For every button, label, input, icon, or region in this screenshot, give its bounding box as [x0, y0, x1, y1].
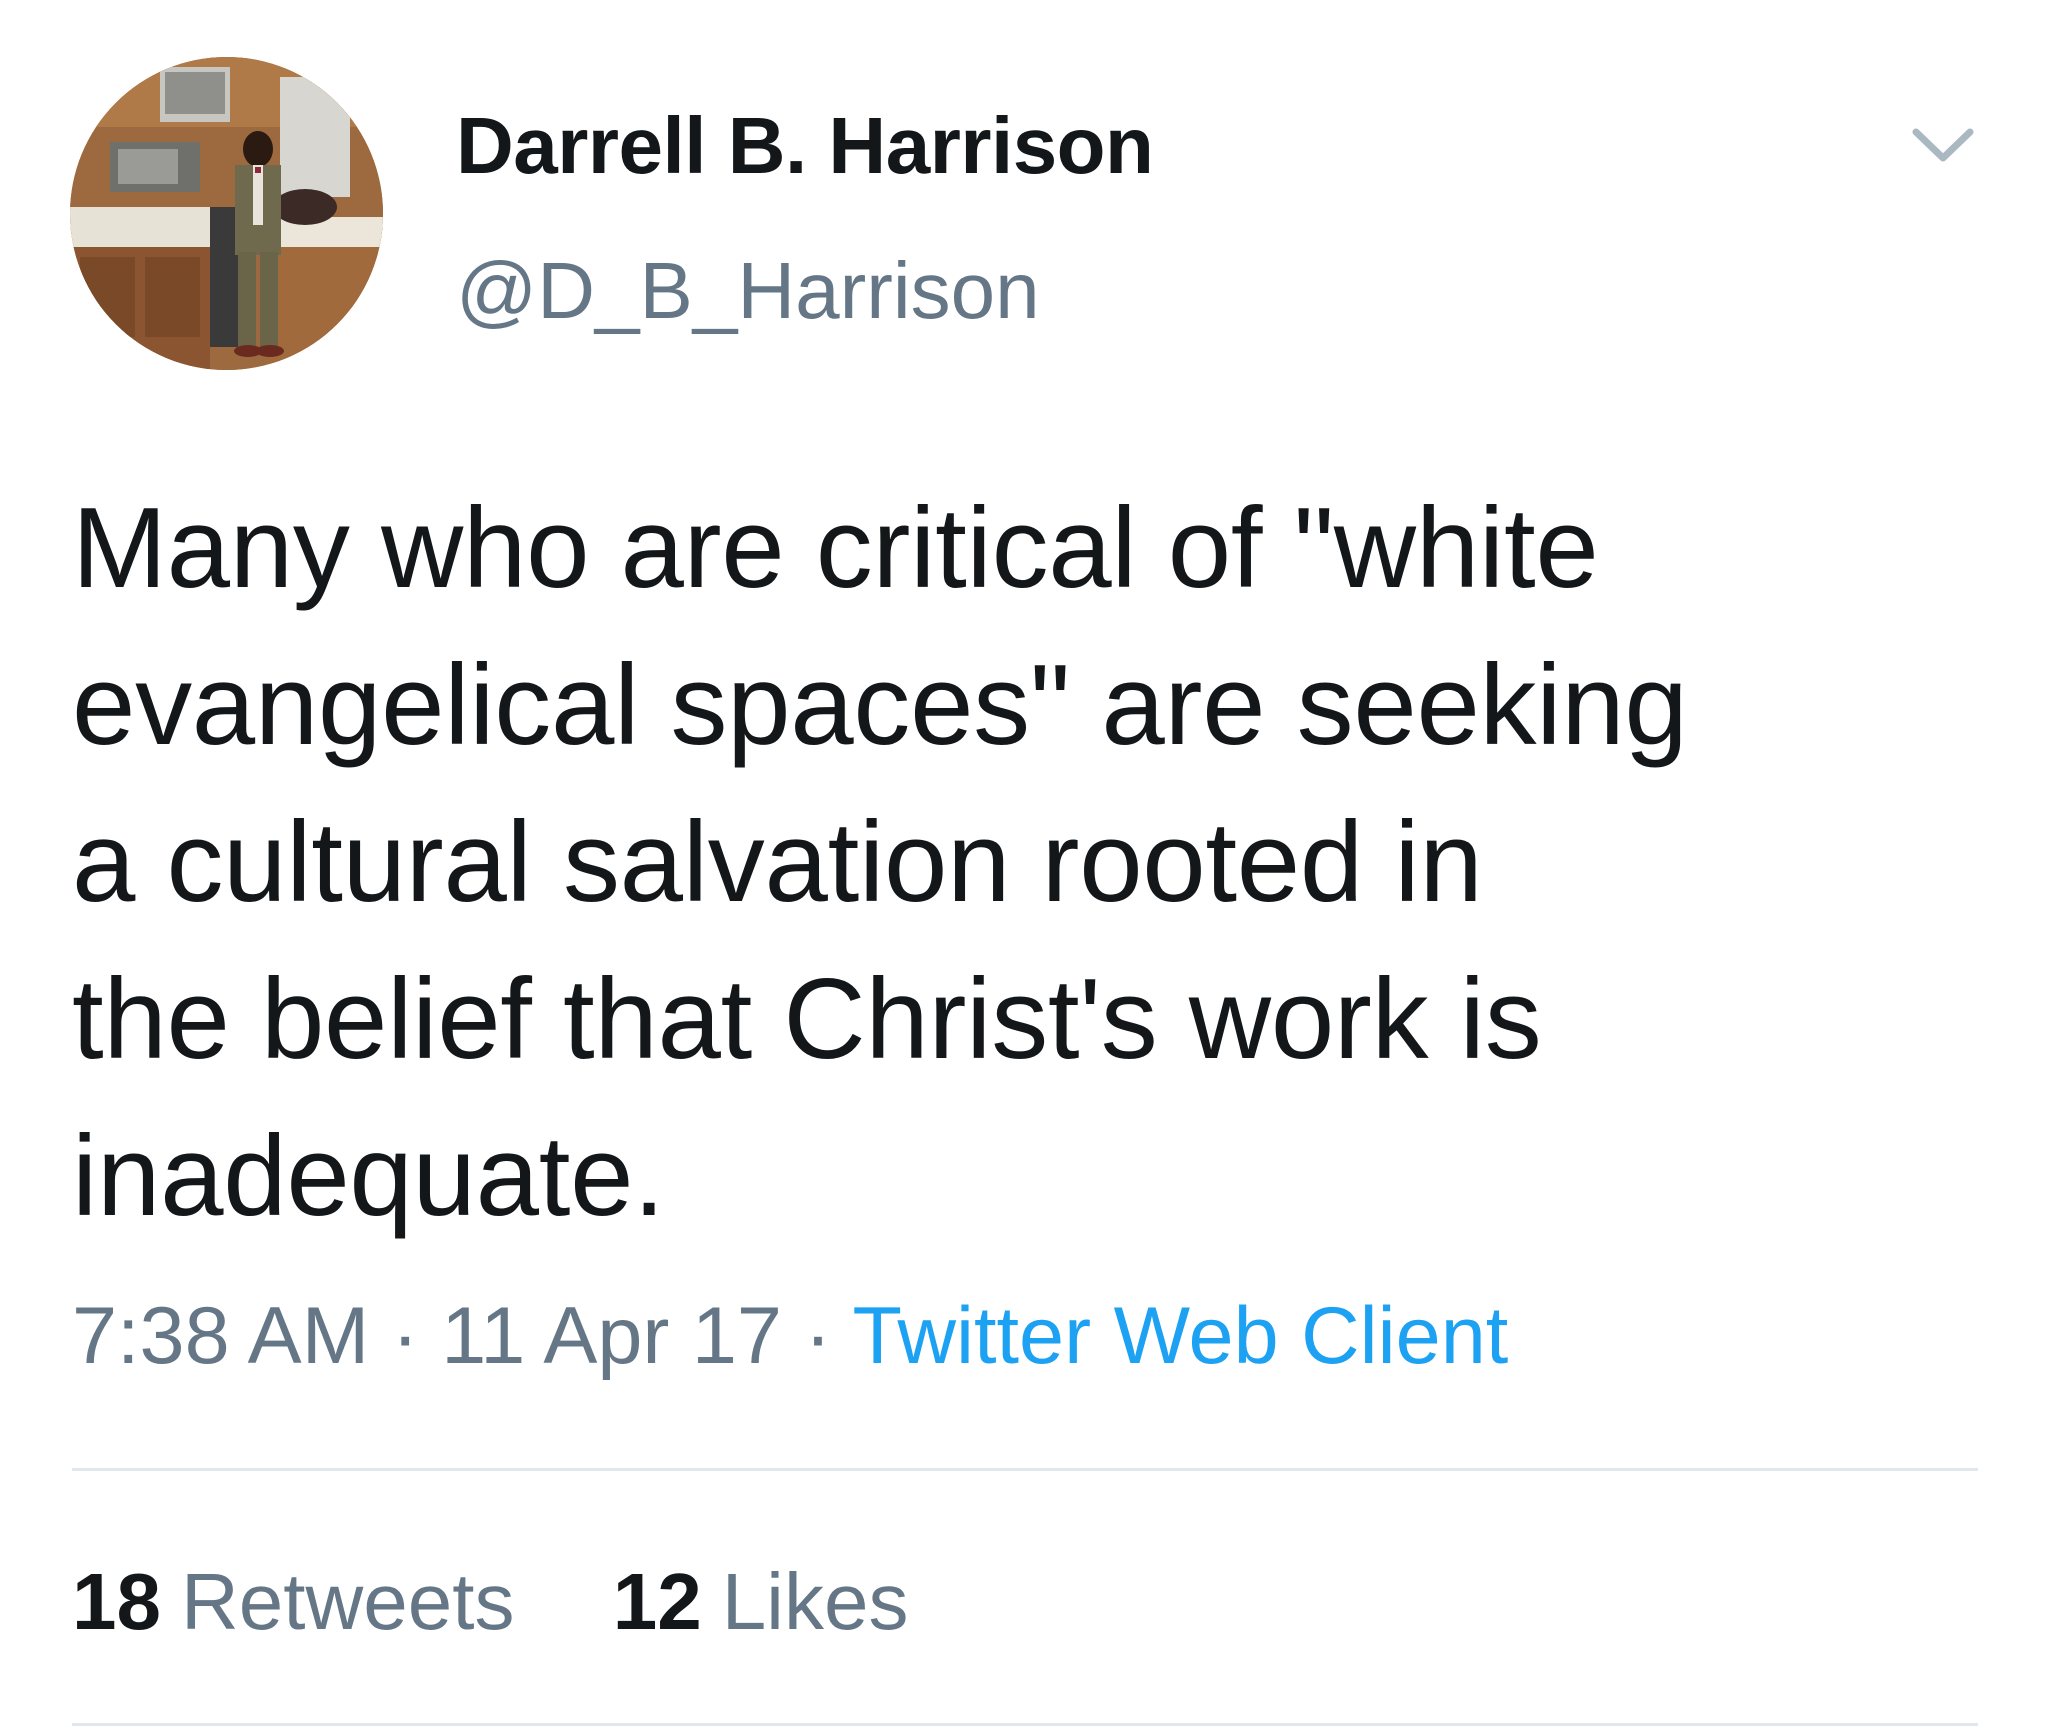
retweets-label: Retweets — [180, 1557, 515, 1646]
handle[interactable]: @D_B_Harrison — [456, 245, 1040, 337]
retweets-count: 18 — [72, 1557, 161, 1646]
tweet-date[interactable]: 11 Apr 17 — [441, 1291, 782, 1381]
tweet-stats: 18 Retweets 12 Likes — [72, 1556, 984, 1648]
tweet-text-line: evangelical spaces" are seeking — [72, 642, 1688, 769]
tweet-card: Darrell B. Harrison @D_B_Harrison Many w… — [0, 0, 2048, 1730]
chevron-down-icon[interactable] — [1908, 118, 1978, 170]
divider — [72, 1723, 1978, 1726]
tweet-time[interactable]: 7:38 AM — [72, 1291, 369, 1381]
tweet-source-link[interactable]: Twitter Web Client — [853, 1291, 1509, 1381]
likes-count: 12 — [612, 1557, 702, 1646]
display-name[interactable]: Darrell B. Harrison — [456, 100, 1154, 192]
tweet-text-line: Many who are critical of "white — [72, 485, 1599, 612]
likes-stat[interactable]: 12 Likes — [613, 1556, 909, 1648]
profile-photo — [70, 57, 383, 370]
retweets-stat[interactable]: 18 Retweets — [72, 1556, 514, 1648]
likes-label: Likes — [721, 1557, 909, 1646]
tweet-text-line: inadequate. — [72, 1113, 665, 1240]
meta-separator: · — [804, 1291, 832, 1381]
meta-separator: · — [391, 1291, 419, 1381]
tweet-text: Many who are critical of "white evangeli… — [72, 470, 1972, 1255]
divider — [72, 1468, 1978, 1471]
avatar[interactable] — [70, 57, 383, 370]
tweet-text-line: a cultural salvation rooted in — [72, 799, 1483, 926]
tweet-meta: 7:38 AM · 11 Apr 17 · Twitter Web Client — [72, 1290, 1508, 1383]
tweet-text-line: the belief that Christ's work is — [72, 956, 1542, 1083]
